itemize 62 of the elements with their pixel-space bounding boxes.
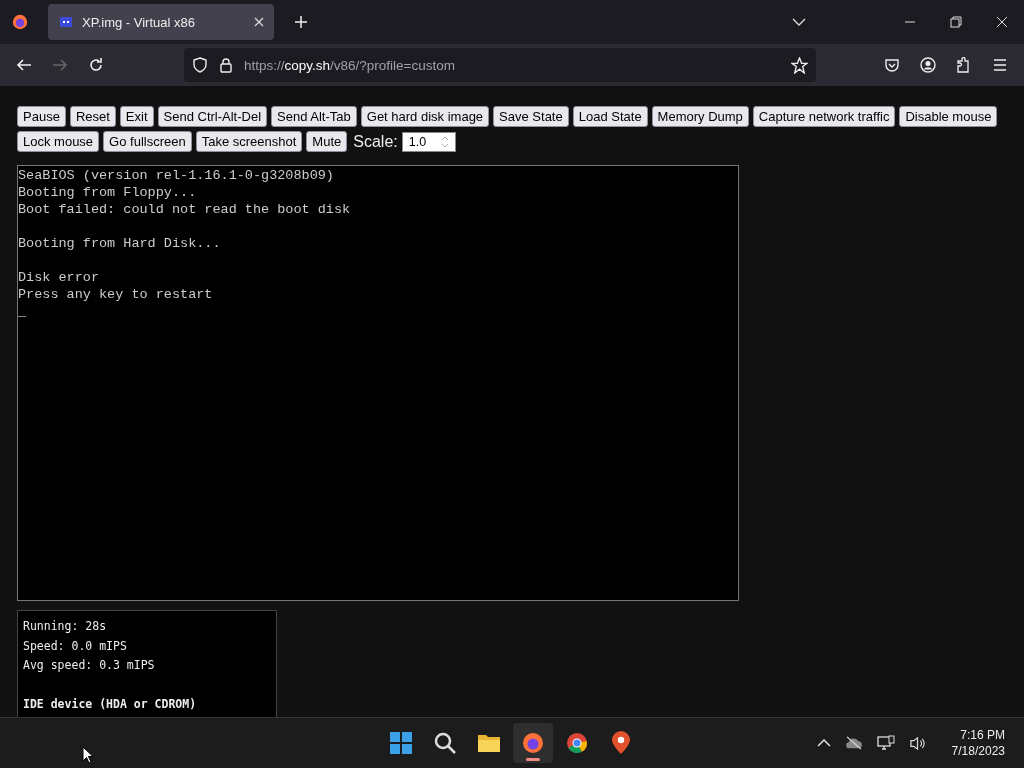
forward-icon[interactable]	[52, 57, 68, 73]
chevron-up-icon[interactable]	[816, 739, 831, 747]
chevron-down-icon[interactable]	[792, 18, 806, 26]
stats-heading: IDE device (HDA or CDROM)	[23, 696, 198, 713]
console-line: Booting from Floppy...	[18, 184, 198, 201]
console-line: Booting from Hard Disk...	[18, 235, 222, 252]
star-icon[interactable]	[791, 56, 808, 74]
new-tab-icon[interactable]	[294, 15, 308, 29]
scale-input[interactable]: 1.0	[401, 131, 456, 152]
console-line: Disk error	[18, 269, 100, 286]
browser-logo-icon[interactable]	[11, 13, 29, 31]
taskbar-app[interactable]	[513, 723, 553, 763]
speaker-icon[interactable]	[908, 735, 926, 751]
toolbar-button[interactable]: Load State	[572, 106, 648, 127]
console-line: Boot failed: could not read the boot disk	[18, 201, 352, 218]
toolbar-button[interactable]: Get hard disk image	[360, 106, 490, 127]
invader-icon	[58, 14, 74, 30]
windows-logo-icon	[389, 731, 413, 755]
stats-line: Avg speed: 0.3 mIPS	[23, 657, 156, 674]
console-line: SeaBIOS (version rel-1.16.1-0-g3208b09)	[18, 167, 335, 184]
lock-icon	[218, 57, 234, 73]
network-icon[interactable]	[876, 735, 895, 751]
toolbar-button[interactable]: Mute	[306, 131, 348, 152]
toolbar-button[interactable]: Reset	[69, 106, 116, 127]
toolbar-button[interactable]: Lock mouse	[17, 131, 100, 152]
circle-logo-icon	[565, 731, 589, 755]
pocket-icon[interactable]	[884, 57, 900, 73]
stats-line: Speed: 0.0 mIPS	[23, 637, 128, 655]
toolbar-button[interactable]: Send Ctrl-Alt-Del	[157, 106, 268, 127]
toolbar-button[interactable]: Memory Dump	[651, 106, 749, 127]
close-icon[interactable]	[254, 17, 264, 27]
close-icon[interactable]	[996, 16, 1008, 28]
browser-logo-icon	[521, 731, 545, 755]
tab-title: XP.img - Virtual x86	[82, 14, 196, 30]
toolbar-button[interactable]: Send Alt-Tab	[271, 106, 357, 127]
toolbar-button[interactable]: Save State	[493, 106, 569, 127]
account-icon[interactable]	[920, 57, 936, 73]
toolbar-button[interactable]: Capture network traffic	[752, 106, 896, 127]
scale-label: Scale:	[353, 132, 398, 151]
cloud-off-icon[interactable]	[844, 736, 863, 750]
toolbar-button[interactable]: Take screenshot	[195, 131, 303, 152]
mouse-pointer-icon	[82, 746, 94, 764]
toolbar-button[interactable]: Disable mouse	[899, 106, 998, 127]
search-icon	[433, 731, 457, 755]
toolbar-button[interactable]: Go fullscreen	[103, 131, 192, 152]
shield-icon	[192, 57, 208, 73]
address-bar[interactable]: https://copy.sh/v86/?profile=custom	[184, 48, 816, 82]
back-icon[interactable]	[16, 57, 32, 73]
clock[interactable]: 7:16 PM 7/18/2023	[951, 727, 1005, 759]
toolbar-button[interactable]: Pause	[17, 106, 66, 127]
emulator-screen[interactable]: SeaBIOS (version rel-1.16.1-0-g3208b09) Booting from Floppy... Boot failed: could not read the boot disk Booting from Hard Disk... Disk error Press any key to restart _	[17, 165, 739, 601]
menu-icon[interactable]	[992, 57, 1008, 73]
map-pin-icon	[609, 731, 633, 755]
stats-line: Running: 28s	[23, 618, 108, 635]
url-text: https://copy.sh/v86/?profile=custom	[244, 57, 455, 73]
browser-tab[interactable]: XP.img - Virtual x86	[48, 4, 274, 40]
toolbar-button[interactable]: Exit	[119, 106, 154, 127]
console-line: Press any key to restart	[18, 286, 214, 303]
restore-icon[interactable]	[950, 16, 962, 28]
console-line: _	[18, 303, 28, 320]
reload-icon[interactable]	[88, 57, 104, 73]
puzzle-icon[interactable]	[956, 57, 972, 73]
